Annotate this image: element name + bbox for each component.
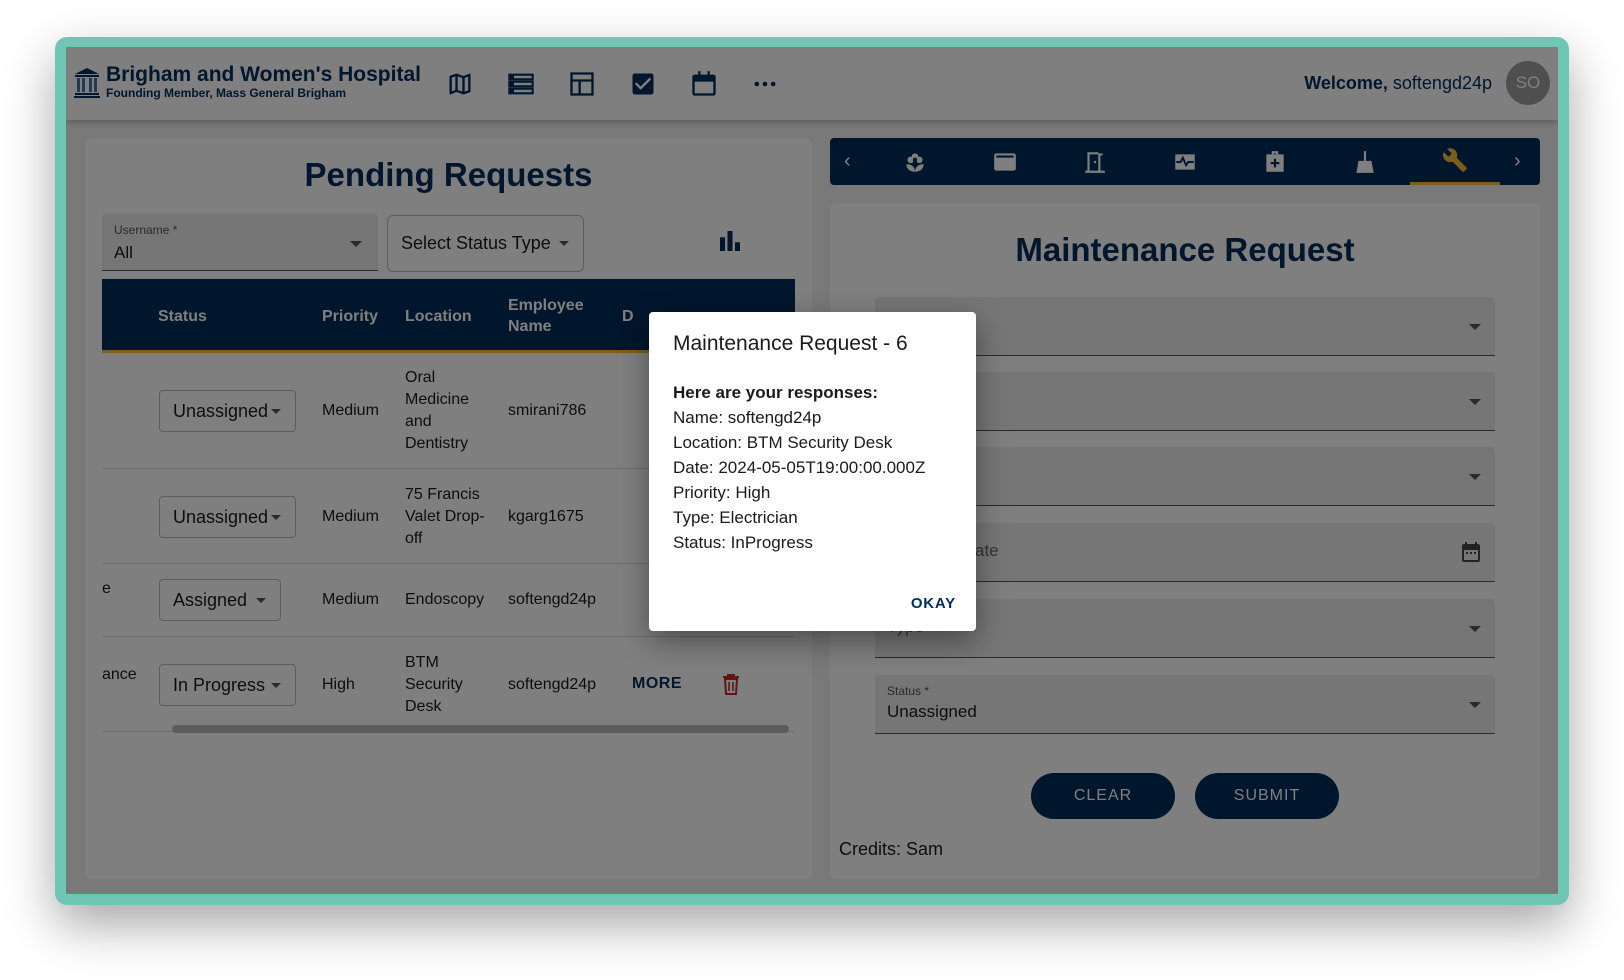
- app-root: Brigham and Women's Hospital Founding Me…: [66, 47, 1558, 894]
- dialog-line: Date: 2024-05-05T19:00:00.000Z: [673, 458, 926, 477]
- dialog-line: Type: Electrician: [673, 508, 798, 527]
- dialog-line: Location: BTM Security Desk: [673, 433, 893, 452]
- dialog-body: Here are your responses: Name: softengd2…: [673, 380, 925, 555]
- dialog-line: Name: softengd24p: [673, 408, 822, 427]
- dialog-line: Priority: High: [673, 483, 771, 502]
- dialog-heading: Here are your responses:: [673, 383, 879, 402]
- okay-button[interactable]: OKAY: [911, 595, 956, 612]
- response-dialog: Maintenance Request - 6 Here are your re…: [649, 312, 976, 631]
- dialog-line: Status: InProgress: [673, 533, 813, 552]
- browser-window: Brigham and Women's Hospital Founding Me…: [55, 37, 1569, 905]
- dialog-title: Maintenance Request - 6: [673, 332, 908, 355]
